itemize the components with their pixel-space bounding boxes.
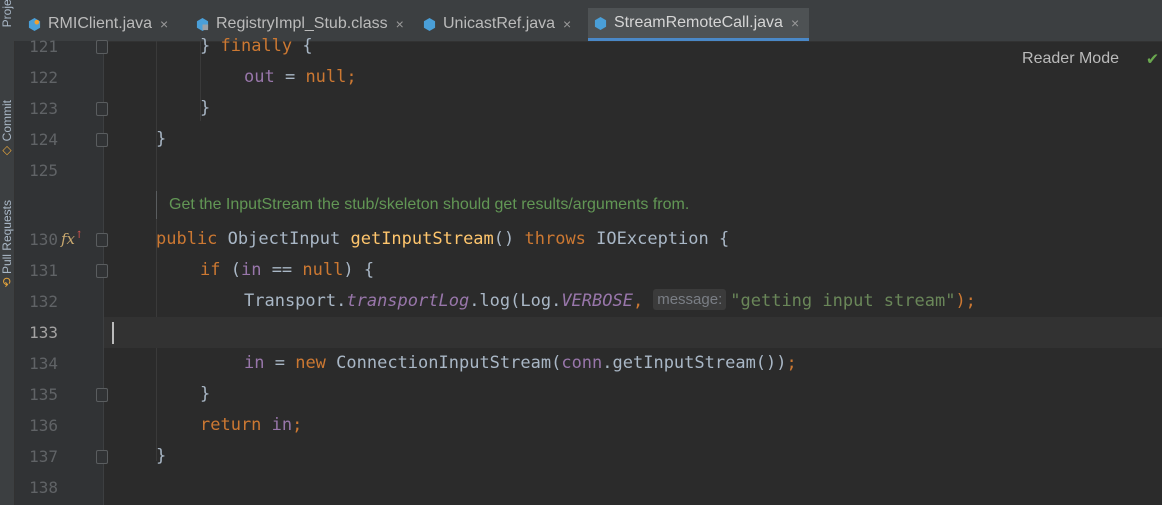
line-number: 124 bbox=[29, 130, 58, 149]
line-number: 125 bbox=[29, 161, 58, 180]
fx-function-icon[interactable]: fx↑ bbox=[61, 230, 83, 248]
java-class-icon bbox=[28, 17, 41, 31]
line-number: 133 bbox=[29, 323, 58, 342]
fold-marker-icon[interactable] bbox=[96, 133, 108, 147]
code-line[interactable]: 138 bbox=[29, 472, 1162, 503]
code-editor[interactable]: 121 } finally { 122 out = null; 123 } 12… bbox=[29, 36, 1162, 505]
fold-marker-icon[interactable] bbox=[96, 40, 108, 54]
code-text: Transport.transportLog.log(Log.VERBOSE, m… bbox=[244, 289, 976, 311]
code-line[interactable]: 136 return in; bbox=[29, 410, 1162, 441]
code-line[interactable]: 132 Transport.transportLog.log(Log.VERBO… bbox=[29, 286, 1162, 317]
text-caret bbox=[112, 322, 114, 344]
java-class-icon bbox=[423, 17, 436, 31]
pull-requests-tool-button[interactable]: ⟲ Pull Requests bbox=[0, 200, 14, 288]
code-line[interactable]: 122 out = null; bbox=[29, 62, 1162, 93]
checkmark-icon[interactable]: ✔ bbox=[1147, 48, 1158, 69]
reader-mode-button[interactable]: Reader Mode bbox=[1022, 50, 1119, 68]
line-number: 130 bbox=[29, 230, 58, 249]
fold-marker-icon[interactable] bbox=[96, 450, 108, 464]
parameter-hint: message: bbox=[653, 289, 727, 310]
code-line[interactable]: 125 bbox=[29, 155, 1162, 186]
project-tool-button[interactable]: Project bbox=[0, 0, 14, 27]
code-line-current[interactable]: 133 bbox=[29, 317, 1162, 348]
line-number: 138 bbox=[29, 478, 58, 497]
line-number: 122 bbox=[29, 68, 58, 87]
fold-marker-icon[interactable] bbox=[96, 264, 108, 278]
line-number: 123 bbox=[29, 99, 58, 118]
fold-marker-icon[interactable] bbox=[96, 102, 108, 116]
code-text: } bbox=[156, 446, 167, 466]
line-number: 132 bbox=[29, 292, 58, 311]
commit-tool-button[interactable]: ◇ Commit bbox=[0, 100, 14, 159]
code-line[interactable]: 135 } bbox=[29, 379, 1162, 410]
code-line[interactable]: 124 } bbox=[29, 124, 1162, 155]
rendered-doc-comment[interactable]: Get the InputStream the stub/skeleton sh… bbox=[156, 191, 689, 219]
code-line[interactable]: 130 fx↑ public ObjectInput getInputStrea… bbox=[29, 224, 1162, 255]
line-number: 135 bbox=[29, 385, 58, 404]
close-icon[interactable]: × bbox=[160, 16, 168, 32]
fold-marker-icon[interactable] bbox=[96, 388, 108, 402]
code-text: } bbox=[200, 384, 211, 404]
fold-marker-icon[interactable] bbox=[96, 233, 108, 247]
line-number: 131 bbox=[29, 261, 58, 280]
line-number: 134 bbox=[29, 354, 58, 373]
code-text: return in; bbox=[200, 415, 303, 435]
code-text: out = null; bbox=[244, 67, 357, 87]
tool-window-strip: Project ◇ Commit ⟲ Pull Requests bbox=[0, 0, 15, 505]
code-text: if (in == null) { bbox=[200, 260, 375, 280]
code-text: } bbox=[200, 98, 211, 118]
code-text: } bbox=[156, 129, 167, 149]
code-text: public ObjectInput getInputStream() thro… bbox=[156, 229, 730, 249]
line-number: 136 bbox=[29, 416, 58, 435]
code-line[interactable]: 123 } bbox=[29, 93, 1162, 124]
code-line[interactable]: 134 in = new ConnectionInputStream(conn.… bbox=[29, 348, 1162, 379]
pull-request-icon: ⟲ bbox=[0, 274, 14, 288]
class-file-icon bbox=[196, 17, 209, 31]
code-line[interactable]: 137 } bbox=[29, 441, 1162, 472]
java-class-icon bbox=[594, 16, 607, 30]
line-number: 121 bbox=[29, 37, 58, 56]
code-text: in = new ConnectionInputStream(conn.getI… bbox=[244, 353, 797, 373]
close-icon[interactable]: × bbox=[791, 15, 799, 31]
code-line[interactable]: 121 } finally { bbox=[29, 31, 1162, 62]
line-number: 137 bbox=[29, 447, 58, 466]
code-line[interactable]: 131 if (in == null) { bbox=[29, 255, 1162, 286]
code-text: } finally { bbox=[200, 36, 313, 56]
close-icon[interactable]: × bbox=[396, 16, 404, 32]
close-icon[interactable]: × bbox=[563, 16, 571, 32]
commit-icon: ◇ bbox=[0, 141, 14, 159]
